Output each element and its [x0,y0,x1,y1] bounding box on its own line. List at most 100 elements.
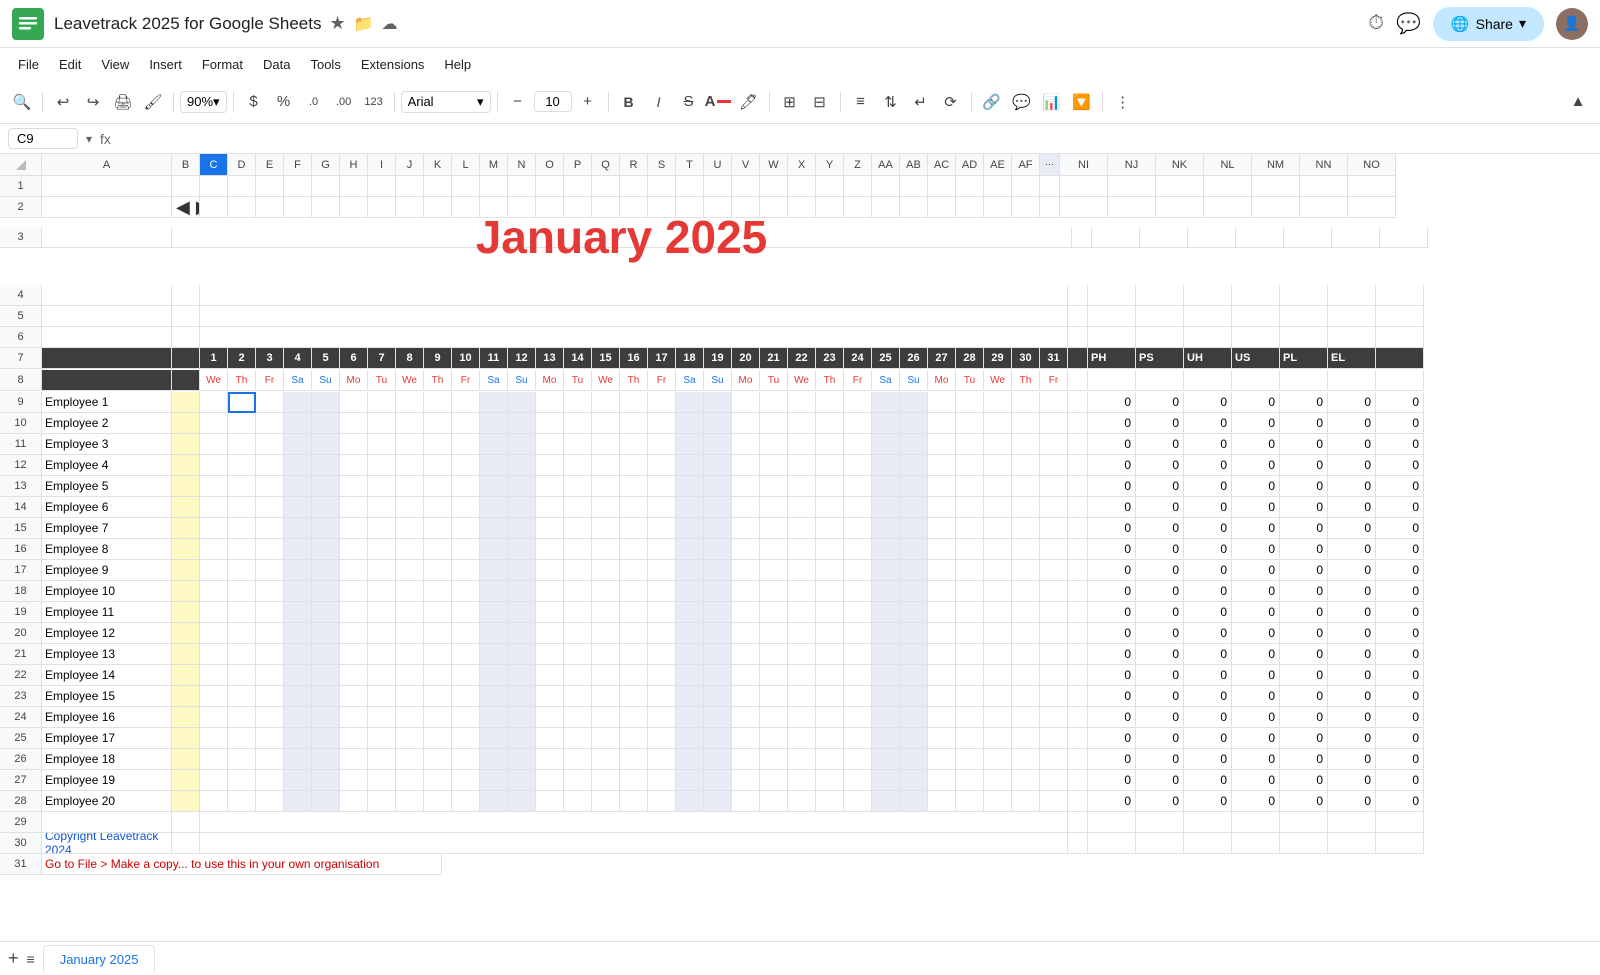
cell-day10-row28[interactable] [452,791,480,812]
cell-day2-row21[interactable] [228,644,256,665]
col-header-K[interactable]: K [424,154,452,176]
cell-NN2[interactable] [1300,197,1348,218]
cell-day12-row27[interactable] [508,770,536,791]
expand-icon[interactable]: ▾ [86,132,92,146]
strikethrough-button[interactable]: S [675,88,703,116]
cell-day17-row18[interactable] [648,581,676,602]
cell-day10-row24[interactable] [452,707,480,728]
cell-day18-row23[interactable] [676,686,704,707]
cell-day11-row12[interactable] [480,455,508,476]
cell-day16-row21[interactable] [620,644,648,665]
cell-day19-row21[interactable] [704,644,732,665]
cell-day18-row25[interactable] [676,728,704,749]
cell-day26-row13[interactable] [900,476,928,497]
cell-NI6[interactable] [1088,327,1136,348]
cell-A31[interactable]: Go to File > Make a copy... to use this … [42,854,442,875]
cell-day5-row27[interactable] [312,770,340,791]
cell-day3-row28[interactable] [256,791,284,812]
employee-name-21[interactable]: Employee 13 [42,644,172,665]
col-header-Q[interactable]: Q [592,154,620,176]
cell-day26-row15[interactable] [900,518,928,539]
cell-day11-row27[interactable] [480,770,508,791]
row-num-23[interactable]: 23 [0,686,42,707]
currency-button[interactable]: $ [240,88,268,116]
cell-day9-row20[interactable] [424,623,452,644]
cell-day31-row19[interactable] [1040,602,1068,623]
extra-row16[interactable]: 0 [1376,539,1424,560]
cell-day4-row21[interactable] [284,644,312,665]
cell-day28-row12[interactable] [956,455,984,476]
row-num-17[interactable]: 17 [0,560,42,581]
cell-day2-row27[interactable] [228,770,256,791]
cell-day17-row23[interactable] [648,686,676,707]
cell-day13-row21[interactable] [536,644,564,665]
summary-PH-row15[interactable]: 0 [1088,518,1136,539]
cell-day21-row28[interactable] [760,791,788,812]
cell-day18-row10[interactable] [676,413,704,434]
filter-button[interactable]: 🔽 [1068,88,1096,116]
col-header-NM[interactable]: NM [1252,154,1300,176]
cell-day30-row16[interactable] [1012,539,1040,560]
cell-day22-row20[interactable] [788,623,816,644]
cell-day28-row13[interactable] [956,476,984,497]
extra-row15[interactable]: 0 [1376,518,1424,539]
cell-day14-row23[interactable] [564,686,592,707]
cell-B27[interactable] [172,770,200,791]
cell-day22-row23[interactable] [788,686,816,707]
employee-name-20[interactable]: Employee 12 [42,623,172,644]
summary-PL-row25[interactable]: 0 [1280,728,1328,749]
cell-day9-row13[interactable] [424,476,452,497]
cell-day18-row11[interactable] [676,434,704,455]
cell-day31-row17[interactable] [1040,560,1068,581]
menu-format[interactable]: Format [192,53,253,76]
cell-day26-row21[interactable] [900,644,928,665]
cell-day24-row26[interactable] [844,749,872,770]
summary-PH-row26[interactable]: 0 [1088,749,1136,770]
row-num-10[interactable]: 10 [0,413,42,434]
cell-NI1[interactable] [1060,176,1108,197]
text-color-button[interactable]: A [705,88,733,116]
cell-B10[interactable] [172,413,200,434]
cell-day19-row11[interactable] [704,434,732,455]
cell-day3-row20[interactable] [256,623,284,644]
cell-day11-row21[interactable] [480,644,508,665]
extra-row10[interactable]: 0 [1376,413,1424,434]
summary-PS-row21[interactable]: 0 [1136,644,1184,665]
cell-day27-row18[interactable] [928,581,956,602]
extra-row24[interactable]: 0 [1376,707,1424,728]
cell-day10-row19[interactable] [452,602,480,623]
cell-B15[interactable] [172,518,200,539]
cell-day5-row24[interactable] [312,707,340,728]
cell-B30[interactable] [172,833,200,854]
cell-day30-row17[interactable] [1012,560,1040,581]
cell-day3-row19[interactable] [256,602,284,623]
cell-day26-row9[interactable] [900,392,928,413]
cell-day30-row23[interactable] [1012,686,1040,707]
col-header-E[interactable]: E [256,154,284,176]
sheet-tab-january[interactable]: January 2025 [43,945,156,973]
increase-font-button[interactable]: + [574,88,602,116]
cell-day5-row26[interactable] [312,749,340,770]
cell-day13-row24[interactable] [536,707,564,728]
row-num-18[interactable]: 18 [0,581,42,602]
cell-day17-row13[interactable] [648,476,676,497]
cell-day18-row27[interactable] [676,770,704,791]
cell-day13-row26[interactable] [536,749,564,770]
cell-day31-row15[interactable] [1040,518,1068,539]
col-header-NI[interactable]: NI [1060,154,1108,176]
summary-UH-row18[interactable]: 0 [1184,581,1232,602]
summary-UH-row26[interactable]: 0 [1184,749,1232,770]
cell-AC1[interactable] [928,176,956,197]
extra-row21[interactable]: 0 [1376,644,1424,665]
cell-day25-row13[interactable] [872,476,900,497]
cell-day11-row9[interactable] [480,392,508,413]
cell-day11-row24[interactable] [480,707,508,728]
cell-day19-row23[interactable] [704,686,732,707]
cell-day31-row26[interactable] [1040,749,1068,770]
cell-day17-row26[interactable] [648,749,676,770]
cell-day7-row12[interactable] [368,455,396,476]
cell-days4[interactable] [200,285,1068,306]
cell-day5-row25[interactable] [312,728,340,749]
summary-EL-row18[interactable]: 0 [1328,581,1376,602]
borders-button[interactable]: ⊞ [776,88,804,116]
